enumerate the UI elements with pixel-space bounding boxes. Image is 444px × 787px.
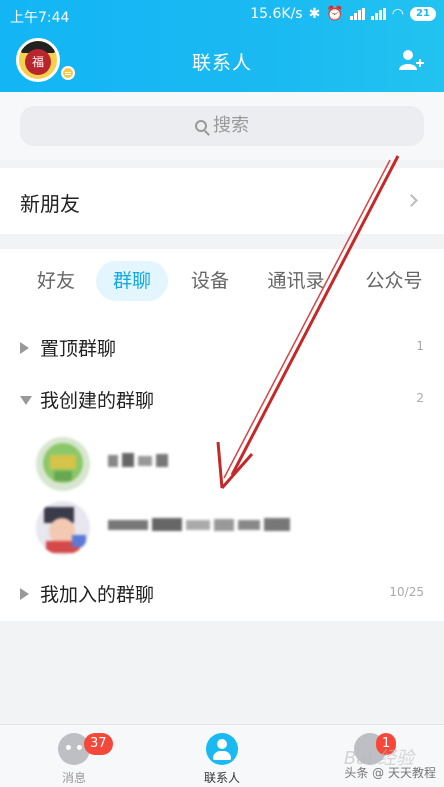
app-header: 上午7:44 15.6K/s ✱ ⏰ ◠ 21 福 联系人 xyxy=(0,0,444,92)
contact-tabs: 好友 群聊 设备 通讯录 公众号 xyxy=(0,261,444,307)
contacts-icon xyxy=(206,733,238,765)
alarm-icon: ⏰ xyxy=(326,6,344,22)
tab-official-accounts[interactable]: 公众号 xyxy=(354,261,434,301)
group-created[interactable]: 我创建的群聊 2 xyxy=(0,377,444,423)
wifi-icon: ◠ xyxy=(391,6,404,22)
blurred-group-name xyxy=(108,518,290,531)
contacts-panel: 好友 群聊 设备 通讯录 公众号 置顶群聊 1 我创建的群聊 2 我加入的群聊 … xyxy=(0,249,444,621)
signal-icon-2 xyxy=(370,8,386,20)
search-placeholder: 搜索 xyxy=(213,115,249,136)
network-speed: 15.6K/s xyxy=(250,6,303,22)
search-icon xyxy=(195,120,207,132)
status-right: 15.6K/s ✱ ⏰ ◠ 21 xyxy=(250,6,436,22)
group-avatar xyxy=(36,501,90,555)
group-name: 我加入的群聊 xyxy=(40,584,155,606)
signal-icon xyxy=(349,8,365,20)
group-pinned[interactable]: 置顶群聊 1 xyxy=(0,325,444,371)
new-friends-label: 新朋友 xyxy=(20,192,80,216)
expand-down-icon xyxy=(20,396,32,405)
status-bar: 上午7:44 15.6K/s ✱ ⏰ ◠ 21 xyxy=(0,0,444,30)
baidu-watermark: Bai 经验 xyxy=(343,748,414,769)
blurred-group-name xyxy=(108,453,168,467)
nav-label: 消息 xyxy=(61,771,86,785)
add-contact-icon[interactable] xyxy=(398,48,424,72)
tab-friends[interactable]: 好友 xyxy=(26,261,86,301)
chevron-right-icon xyxy=(405,194,418,207)
battery-icon: 21 xyxy=(410,7,436,21)
nav-contacts[interactable]: 联系人 xyxy=(182,733,262,786)
group-count: 1 xyxy=(416,339,424,353)
status-time: 上午7:44 xyxy=(10,10,70,26)
list-item[interactable] xyxy=(0,495,444,559)
group-avatar xyxy=(36,437,90,491)
tab-group-chats[interactable]: 群聊 xyxy=(96,261,168,301)
group-name: 我创建的群聊 xyxy=(40,390,155,412)
group-count: 2 xyxy=(416,391,424,405)
tab-address-book[interactable]: 通讯录 xyxy=(258,261,334,301)
tab-devices[interactable]: 设备 xyxy=(180,261,240,301)
group-count: 10/25 xyxy=(389,585,424,599)
new-friends-row[interactable]: 新朋友 xyxy=(0,168,444,234)
nav-messages[interactable]: 消息 37 xyxy=(34,733,114,786)
unread-badge: 37 xyxy=(84,733,113,755)
expand-right-icon xyxy=(20,342,29,354)
group-joined[interactable]: 我加入的群聊 10/25 xyxy=(0,571,444,617)
list-item[interactable] xyxy=(0,431,444,495)
page-title: 联系人 xyxy=(191,52,252,74)
search-area: 搜索 xyxy=(0,92,444,160)
nav-label: 联系人 xyxy=(203,771,240,785)
bluetooth-icon: ✱ xyxy=(308,6,321,22)
search-input[interactable]: 搜索 xyxy=(20,106,424,146)
expand-right-icon xyxy=(20,588,29,600)
group-name: 置顶群聊 xyxy=(40,338,117,360)
